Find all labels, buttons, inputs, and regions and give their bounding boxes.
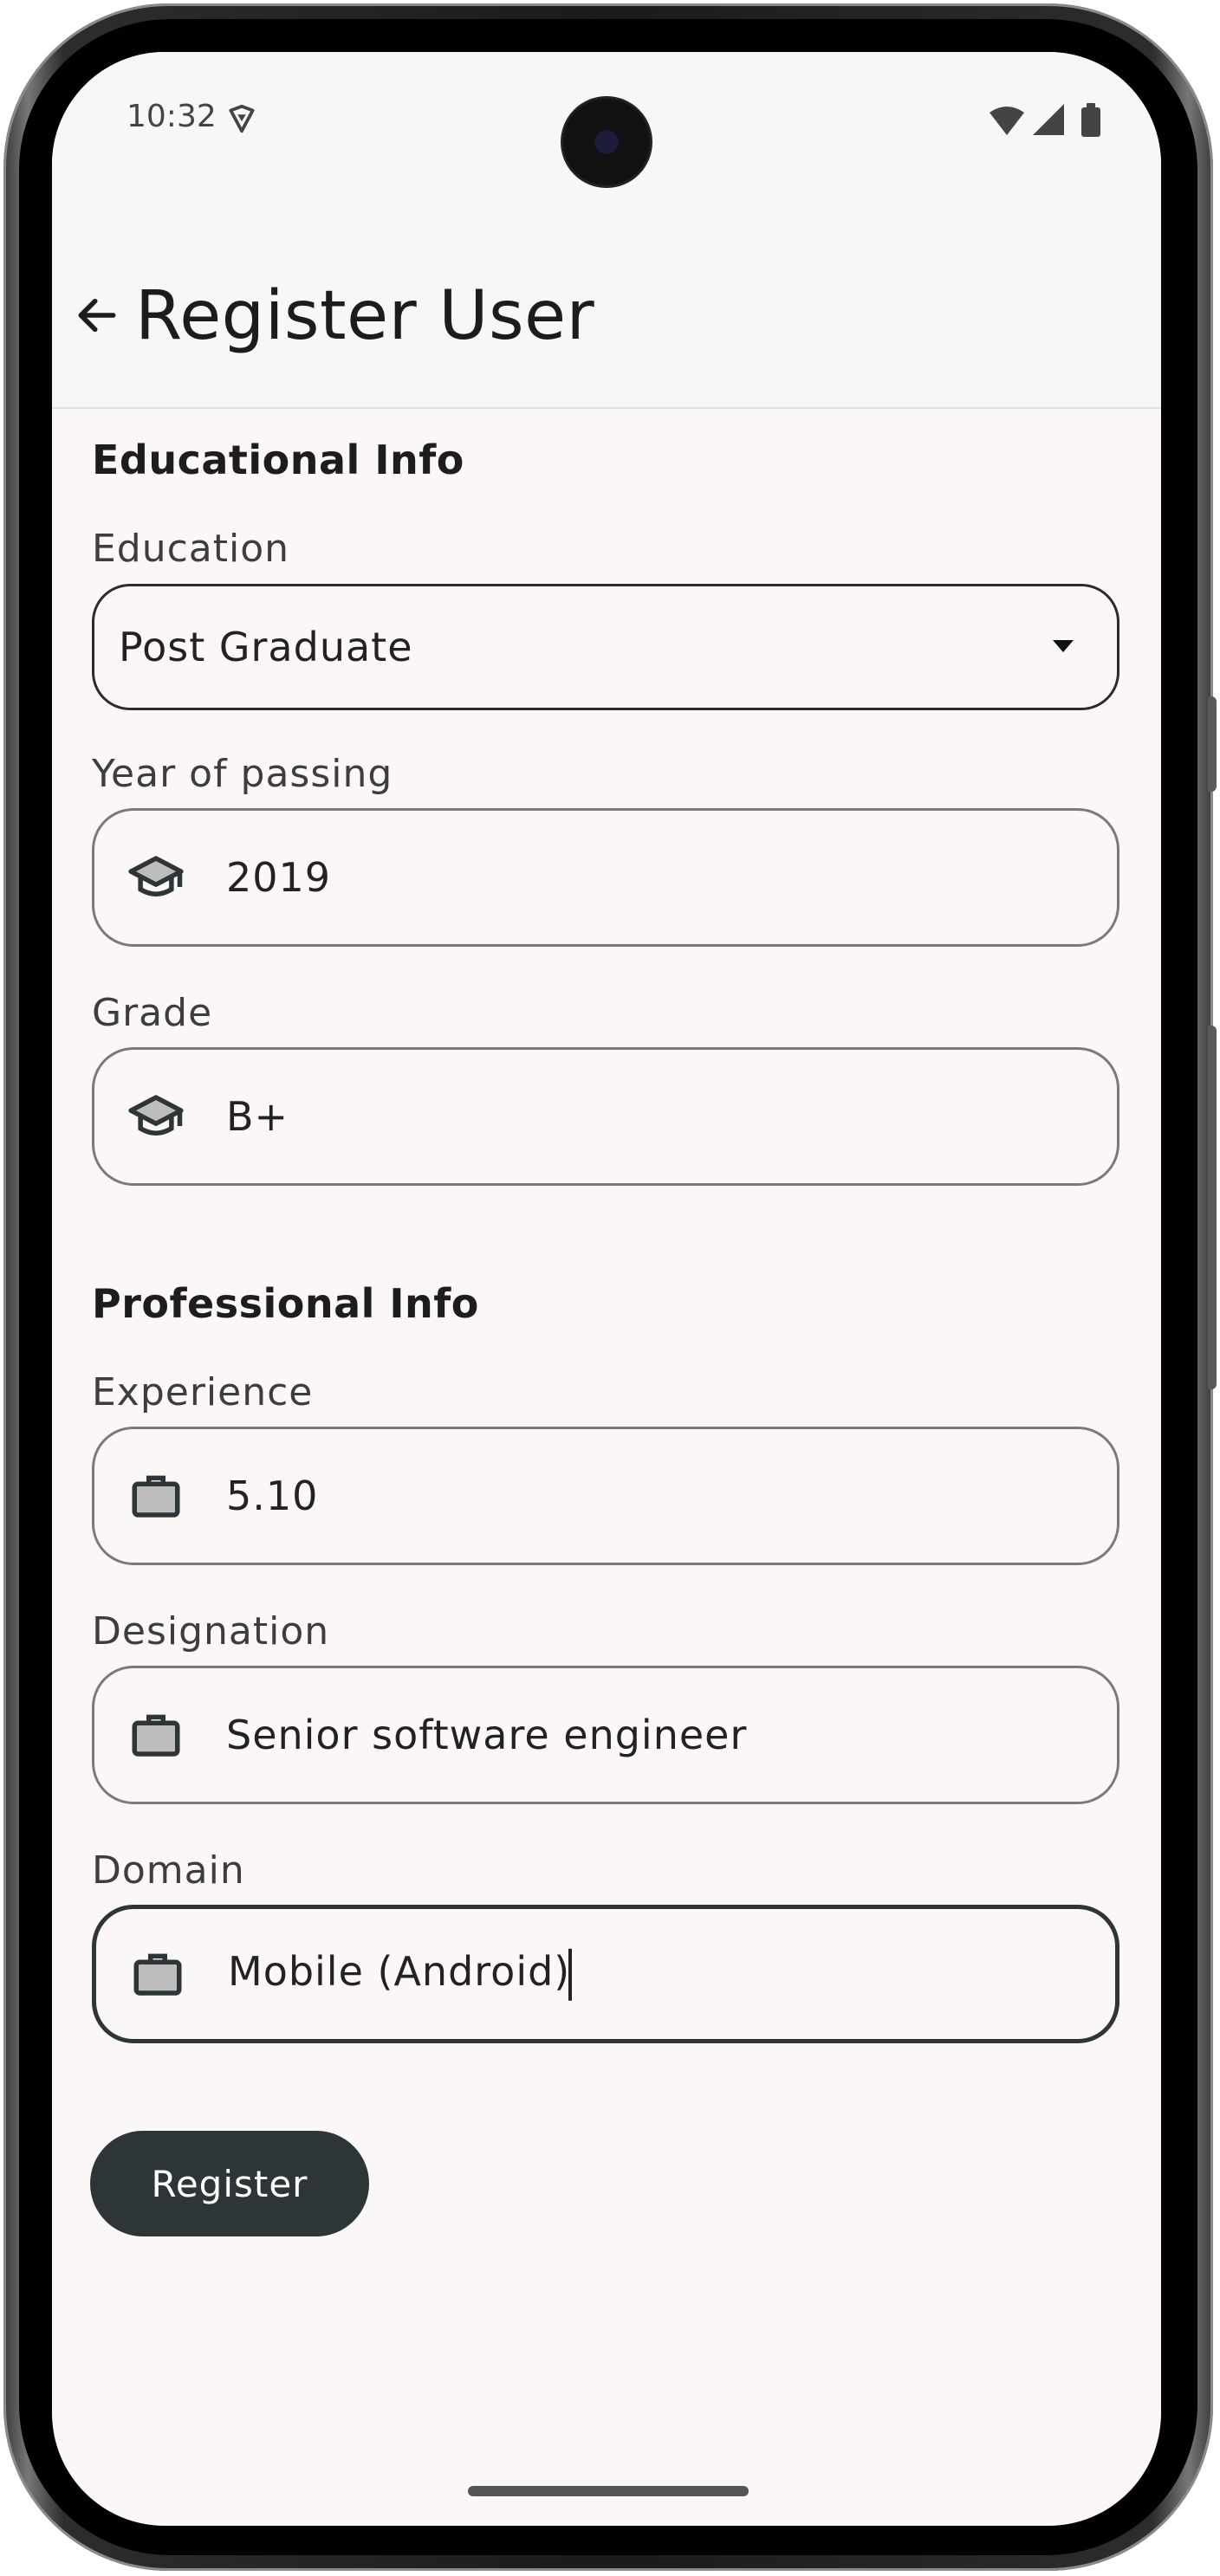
signal-icon [1033,104,1064,135]
education-value: Post Graduate [119,624,413,670]
year-of-passing-input[interactable]: 2019 [92,808,1119,947]
section-title-educational: Educational Info [92,437,464,483]
status-bar: 10:32 [52,52,1161,191]
designation-label: Designation [92,1609,330,1654]
volume-button [1208,696,1217,792]
year-label: Year of passing [92,752,393,796]
section-title-professional: Professional Info [92,1280,479,1327]
year-value: 2019 [226,854,332,901]
domain-input[interactable]: Mobile (Android) [92,1905,1119,2043]
briefcase-icon [133,1953,182,1996]
battery-icon [1081,103,1100,137]
screen: 10:32 Register User Educational Info Edu… [52,52,1161,2526]
briefcase-icon [132,1475,180,1518]
dropdown-arrow-icon [1053,640,1074,652]
front-camera [563,99,650,185]
education-label: Education [92,527,290,571]
graduation-cap-icon [128,1095,184,1136]
experience-input[interactable]: 5.10 [92,1427,1119,1565]
designation-input[interactable]: Senior software engineer [92,1666,1119,1804]
experience-label: Experience [92,1370,314,1414]
status-time: 10:32 [127,99,217,134]
grade-input[interactable]: B+ [92,1047,1119,1186]
graduation-cap-icon [128,856,184,896]
education-dropdown[interactable]: Post Graduate [92,584,1119,710]
experience-value: 5.10 [226,1472,319,1519]
domain-label: Domain [92,1848,245,1893]
domain-value: Mobile (Android) [228,1947,571,1995]
briefcase-icon [132,1714,180,1757]
text-cursor [568,1948,573,2001]
app-bar: Register User [52,191,1161,409]
power-button [1208,1026,1217,1389]
designation-value: Senior software engineer [226,1712,748,1758]
vpn-icon [229,104,255,133]
grade-label: Grade [92,991,213,1035]
domain-value-wrap: Mobile (Android) [228,1947,573,2001]
register-button[interactable]: Register [90,2131,369,2236]
arrow-back-icon[interactable] [73,291,121,340]
page-title: Register User [135,277,595,355]
system-status-icons [990,103,1100,137]
wifi-icon [990,107,1024,135]
home-indicator[interactable] [468,2486,749,2496]
grade-value: B+ [226,1093,289,1140]
